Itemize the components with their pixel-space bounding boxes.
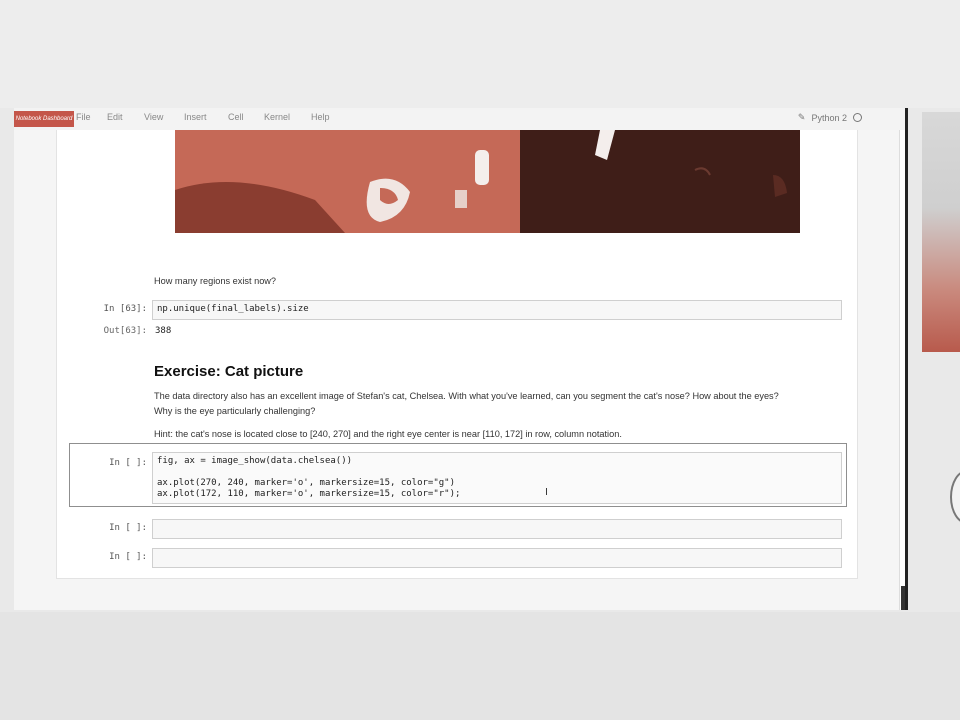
cell-63-output: 388 xyxy=(155,326,172,336)
cell-63-input[interactable]: np.unique(final_labels).size xyxy=(152,300,842,320)
active-cell-prompt: In [ ]: xyxy=(109,458,147,468)
menu-kernel[interactable]: Kernel xyxy=(264,112,290,122)
code-line-3: ax.plot(270, 240, marker='o', markersize… xyxy=(157,478,456,488)
menu-insert[interactable]: Insert xyxy=(184,112,207,122)
notebook-window: Notebook Dashboard File Edit View Insert… xyxy=(14,108,906,610)
menu-cell[interactable]: Cell xyxy=(228,112,244,122)
menu-view[interactable]: View xyxy=(144,112,163,122)
kernel-status-icon xyxy=(853,113,862,122)
cell-63-code: np.unique(final_labels).size xyxy=(157,304,309,314)
code-line-1: fig, ax = image_show(data.chelsea()) xyxy=(157,456,353,466)
active-cell-input[interactable]: fig, ax = image_show(data.chelsea()) ax.… xyxy=(152,452,842,504)
empty-cell-2-prompt: In [ ]: xyxy=(109,552,147,562)
empty-cell-1-input[interactable] xyxy=(152,519,842,539)
page-background-top xyxy=(0,0,960,108)
exercise-text: The data directory also has an excellent… xyxy=(154,389,844,419)
logo[interactable]: Notebook Dashboard xyxy=(14,111,74,127)
pencil-icon[interactable]: ✎ xyxy=(798,112,806,123)
empty-cell-1-prompt: In [ ]: xyxy=(109,523,147,533)
cell-63-out-prompt: Out[63]: xyxy=(103,326,147,336)
text-cursor-icon: I xyxy=(545,487,548,498)
adjacent-window-edge xyxy=(922,112,960,352)
empty-cell-2-input[interactable] xyxy=(152,548,842,568)
menu-file[interactable]: File xyxy=(76,112,91,122)
exercise-heading: Exercise: Cat picture xyxy=(154,363,304,380)
notebook-container: How many regions exist now? In [63]: np.… xyxy=(56,130,858,579)
kernel-indicator: ✎ Python 2 xyxy=(798,112,862,123)
menu-edit[interactable]: Edit xyxy=(107,112,123,122)
hint-text: Hint: the cat's nose is located close to… xyxy=(154,429,622,439)
menubar: Notebook Dashboard File Edit View Insert… xyxy=(14,108,906,130)
markdown-regions-question: How many regions exist now? xyxy=(154,276,277,286)
image-shapes xyxy=(175,130,787,233)
exercise-text-line-2: Why is the eye particularly challenging? xyxy=(154,406,316,416)
cell-63-prompt: In [63]: xyxy=(103,304,147,314)
menu-help[interactable]: Help xyxy=(311,112,330,122)
window-right-border xyxy=(905,108,908,610)
page-background-bottom xyxy=(0,612,960,720)
segmentation-output-image xyxy=(175,130,800,233)
code-line-4: ax.plot(172, 110, marker='o', markersize… xyxy=(157,489,461,499)
adjacent-window-dial xyxy=(950,470,960,524)
kernel-name: Python 2 xyxy=(811,112,847,123)
exercise-text-line-1: The data directory also has an excellent… xyxy=(154,391,779,401)
